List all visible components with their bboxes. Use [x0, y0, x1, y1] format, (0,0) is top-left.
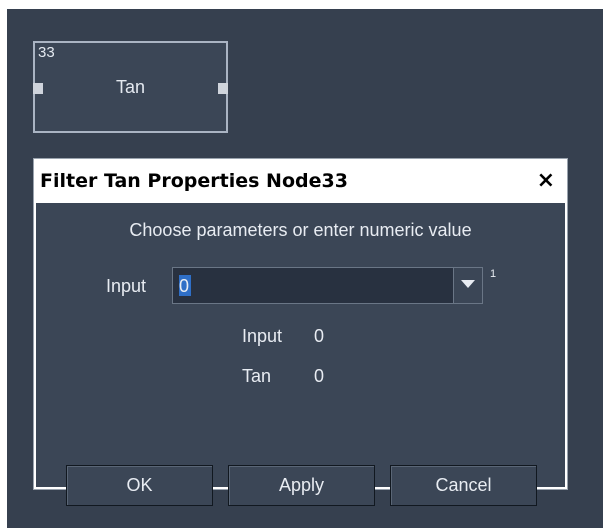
dialog-body: Choose parameters or enter numeric value…	[36, 203, 565, 506]
input-field[interactable]	[179, 275, 439, 297]
dialog-instructions: Choose parameters or enter numeric value	[129, 220, 472, 240]
value-name: Input	[242, 326, 283, 346]
ok-button[interactable]: OK	[66, 465, 213, 506]
value-number: 0	[314, 366, 325, 386]
dialog-titlebar[interactable]: Filter Tan Properties Node33 ×	[36, 161, 565, 201]
properties-dialog: Filter Tan Properties Node33 × Choose pa…	[33, 158, 568, 506]
value-name: Tan	[242, 366, 272, 386]
tan-node[interactable]: 33 Tan	[33, 41, 228, 133]
cancel-button[interactable]: Cancel	[390, 465, 537, 506]
output-port[interactable]	[218, 83, 228, 94]
input-port[interactable]	[33, 83, 43, 94]
value-number: 0	[314, 326, 325, 346]
node-label: Tan	[115, 77, 146, 97]
input-combobox[interactable]	[172, 267, 483, 304]
dialog-title: Filter Tan Properties Node33	[40, 170, 348, 192]
node-id: 33	[38, 44, 55, 61]
input-label: Input	[106, 276, 147, 296]
input-index: 1	[490, 268, 497, 280]
apply-button[interactable]: Apply	[228, 465, 375, 506]
dropdown-button[interactable]	[453, 268, 482, 303]
chevron-down-icon	[461, 280, 475, 288]
close-icon[interactable]: ×	[537, 168, 555, 193]
